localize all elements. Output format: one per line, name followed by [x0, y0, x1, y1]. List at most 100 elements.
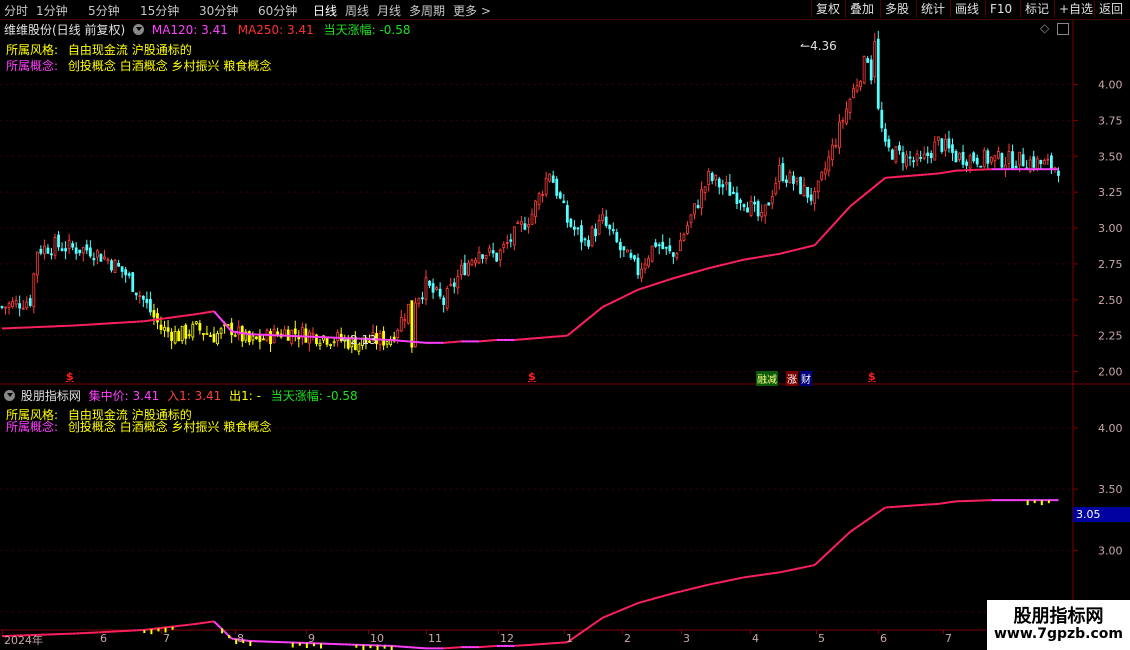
y-tick-label: 2.25 [1098, 330, 1123, 343]
candle-body [668, 245, 672, 252]
ma-line-segment [810, 244, 815, 248]
candle-body [247, 331, 251, 343]
kline-chart[interactable]: 2.002.252.502.753.003.253.503.754.00 2.5… [0, 0, 1130, 650]
candle-body [445, 288, 449, 309]
diamond-icon[interactable]: ◇ [1040, 21, 1049, 35]
candle-body [7, 303, 11, 309]
date-tick [564, 630, 565, 634]
candle-body [53, 237, 57, 256]
candle-body [219, 328, 223, 335]
ma-line-segment [803, 246, 808, 249]
candle-body [39, 248, 43, 254]
ma-line-segment [584, 317, 590, 323]
indicator-line-segment [595, 619, 600, 624]
candle-body [410, 300, 414, 348]
candle-body [986, 150, 990, 164]
candle-body [1011, 151, 1014, 169]
ma-line-segment [245, 332, 250, 336]
indicator-line-segment [697, 585, 702, 589]
candle-body [491, 250, 495, 254]
candle-body [110, 260, 113, 271]
event-marker[interactable]: $ [528, 370, 536, 383]
candle-body [679, 240, 682, 252]
candle-body [1000, 153, 1004, 168]
indicator-line-segment [598, 616, 604, 622]
y-tick-label: 3.25 [1098, 186, 1123, 199]
ma-line-segment [754, 256, 759, 259]
y-tick-label: 3.00 [1098, 222, 1123, 235]
candle-body [523, 223, 527, 230]
candle-body [442, 297, 446, 305]
indicator-line-segment [669, 592, 674, 596]
y-tick-label: 4.00 [1098, 79, 1123, 92]
indicator-line-segment [573, 634, 579, 639]
date-tick [426, 630, 427, 634]
chevron-down-icon[interactable] [133, 24, 145, 35]
indicator-line-segment [616, 609, 621, 613]
candle-body [891, 149, 894, 160]
candle-body [820, 171, 824, 180]
style-value: 自由现金流 沪股通标的 [67, 43, 192, 57]
limit-up-badge[interactable]: 涨 [786, 371, 798, 386]
candle-body [88, 247, 92, 257]
margin-badge[interactable]: 融减 [756, 371, 778, 386]
candle-body [841, 120, 845, 123]
indicator-line-segment [845, 531, 851, 537]
candle-body [1057, 170, 1060, 176]
candle-body [809, 194, 813, 201]
candle-body [661, 241, 665, 249]
event-marker[interactable]: $ [868, 370, 876, 383]
candle-body [477, 251, 481, 264]
candle-body [862, 55, 866, 84]
ma-line-segment [859, 194, 865, 199]
event-marker[interactable]: $ [66, 370, 74, 383]
candle-body [643, 263, 647, 270]
date-tick-label: 1 [566, 632, 573, 645]
candle-body [21, 307, 25, 310]
candle-body [92, 258, 96, 261]
candle-body [0, 306, 4, 308]
maximize-icon[interactable] [1057, 23, 1069, 35]
finance-badge[interactable]: 财 [800, 371, 812, 386]
candle-body [869, 59, 873, 81]
candle-body [170, 331, 174, 341]
ma-line-segment [722, 262, 727, 266]
date-tick [498, 630, 499, 634]
concept-label: 所属概念: [6, 59, 59, 73]
ma-line-segment [206, 310, 211, 314]
candle-body [749, 200, 753, 216]
indicator-line-segment [683, 588, 688, 592]
indicator-line-segment [870, 514, 876, 519]
date-tick-label: 2024年 [4, 634, 43, 647]
ma-line-segment [796, 247, 801, 251]
high-arrow-icon: ↼ [800, 39, 811, 53]
candle-body [67, 239, 71, 249]
y-tick-label: 2.75 [1098, 258, 1123, 271]
candle-body [103, 256, 106, 260]
candle-body [756, 201, 760, 217]
candle-body [148, 298, 152, 313]
candle-body [233, 334, 237, 337]
date-tick [816, 630, 817, 634]
candle-body [209, 335, 212, 337]
ma-line-segment [729, 261, 734, 265]
ma-line-segment [715, 264, 720, 268]
candle-body [675, 253, 679, 258]
ma-line-segment [196, 312, 201, 316]
candle-body [1050, 155, 1053, 169]
candle-body [696, 205, 700, 209]
candle-body [96, 250, 99, 258]
candle-body [191, 323, 195, 338]
candle-body [141, 295, 145, 300]
indicator-line-segment [828, 547, 834, 553]
ma-line-segment [231, 330, 236, 333]
date-tick [161, 630, 162, 634]
candle-body [724, 182, 728, 185]
ma-line-segment [736, 259, 741, 263]
indicator-blip [320, 643, 322, 649]
candle-body [216, 333, 219, 345]
indicator-line-segment [877, 509, 883, 514]
watermark-url: www.7gpzb.com [993, 626, 1123, 642]
chevron-down-icon[interactable] [4, 390, 15, 401]
indicator-line-segment [605, 613, 611, 618]
